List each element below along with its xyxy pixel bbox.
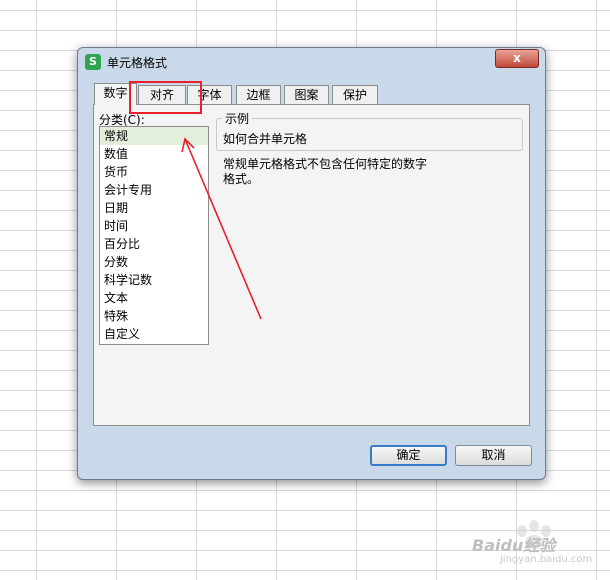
list-item[interactable]: 会计专用 [100,181,208,199]
close-button[interactable]: x [495,49,539,68]
cancel-button[interactable]: 取消 [455,445,532,466]
wps-spreadsheet-icon: S [85,54,101,70]
list-item[interactable]: 文本 [100,289,208,307]
list-item[interactable]: 常规 [100,127,208,145]
ok-button[interactable]: 确定 [370,445,447,466]
close-icon: x [513,51,521,65]
list-item[interactable]: 科学记数 [100,271,208,289]
list-item[interactable]: 特殊 [100,307,208,325]
list-item[interactable]: 分数 [100,253,208,271]
list-item[interactable]: 百分比 [100,235,208,253]
dialog-title: 单元格格式 [107,56,168,70]
category-listbox[interactable]: 常规 数值 货币 会计专用 日期 时间 百分比 分数 科学记数 文本 特殊 自定… [99,126,209,345]
list-item[interactable]: 时间 [100,217,208,235]
tab-border[interactable]: 边框 [236,85,281,104]
watermark-brand: Baidu经验 [472,536,556,555]
list-item[interactable]: 数值 [100,145,208,163]
list-item[interactable]: 货币 [100,163,208,181]
sample-value: 如何合并单元格 [223,132,308,146]
tab-pattern[interactable]: 图案 [284,85,329,104]
list-item[interactable]: 日期 [100,199,208,217]
watermark-site: jingyan.baidu.com [500,554,593,565]
sample-legend: 示例 [222,110,253,127]
annotation-highlight-box [129,81,202,114]
tab-protection[interactable]: 保护 [332,85,378,104]
format-description: 常规单元格格式不包含任何特定的数字格式。 [223,157,428,186]
list-item[interactable]: 自定义 [100,325,208,343]
spreadsheet-background: { "dialog": { "title": "单元格格式", "app_ico… [0,0,610,580]
dialog-titlebar[interactable]: S 单元格格式 x [78,48,545,76]
